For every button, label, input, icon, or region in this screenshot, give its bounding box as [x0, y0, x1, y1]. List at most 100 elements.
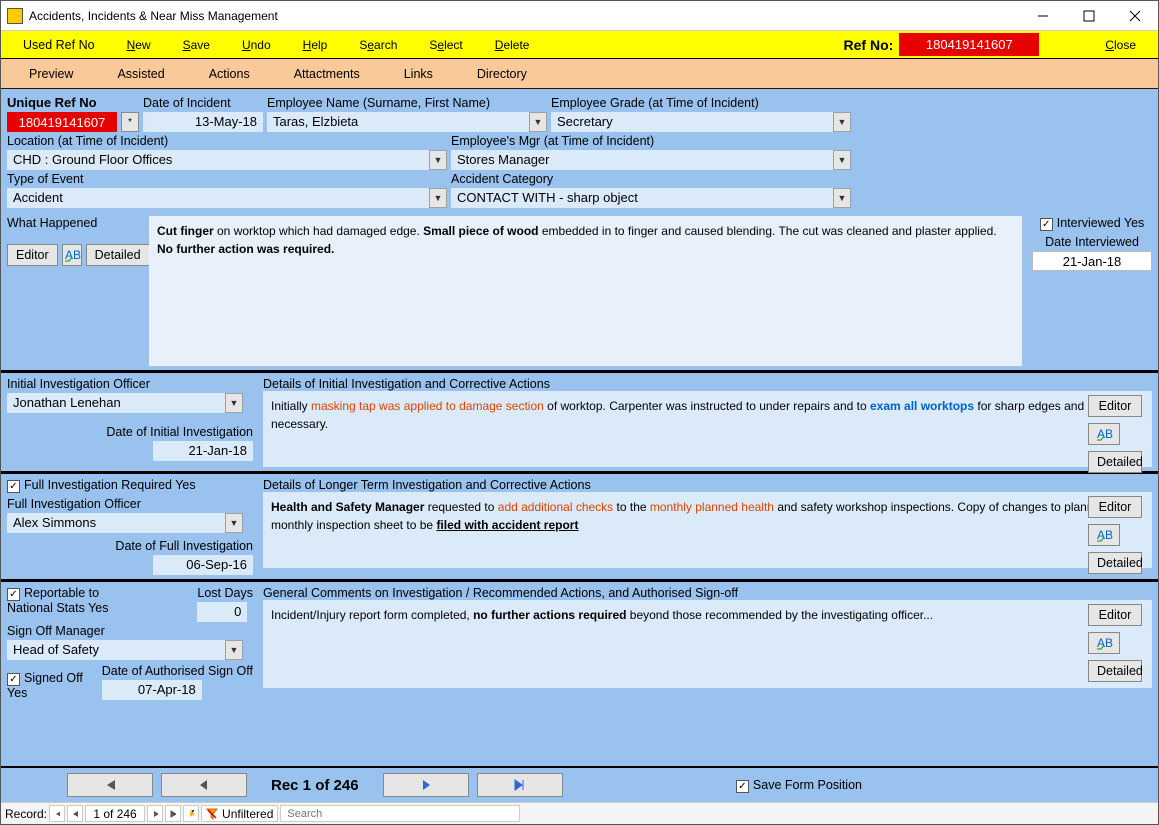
nav-first-button[interactable] [67, 773, 153, 797]
status-position[interactable]: 1 of 246 [85, 805, 145, 822]
full-officer-label: Full Investigation Officer [7, 497, 253, 511]
close-button[interactable] [1112, 1, 1158, 30]
initial-date-label: Date of Initial Investigation [7, 425, 253, 439]
menu-undo[interactable]: Undo [226, 38, 287, 52]
date-of-incident-label: Date of Incident [143, 96, 263, 110]
type-of-event-label: Type of Event [7, 172, 447, 186]
nav-prev-button[interactable] [161, 773, 247, 797]
menu-bar: Used Ref No New Save Undo Help Search Se… [1, 31, 1158, 59]
menu-new[interactable]: New [111, 38, 167, 52]
minimize-button[interactable] [1020, 1, 1066, 30]
signoff-editor-button[interactable]: Editor [1088, 604, 1142, 626]
signoff-mgr-combo[interactable]: Head of Safety ▼ [7, 640, 243, 660]
full-details-label: Details of Longer Term Investigation and… [263, 478, 1152, 492]
chevron-down-icon[interactable]: ▼ [833, 112, 851, 132]
initial-details-text[interactable]: Initially masking tap was applied to dam… [263, 391, 1152, 467]
status-record-label: Record: [5, 807, 47, 821]
chevron-down-icon[interactable]: ▼ [833, 150, 851, 170]
save-form-position-check[interactable]: ✓Save Form Position [736, 778, 862, 793]
submenu-attachments[interactable]: Attactments [272, 67, 382, 81]
auth-date-field[interactable]: 07-Apr-18 [102, 680, 202, 700]
status-search-input[interactable] [285, 807, 515, 821]
initial-editor-button[interactable]: Editor [1088, 395, 1142, 417]
full-detailed-button[interactable]: Detailed [1088, 552, 1142, 574]
full-details-text[interactable]: Health and Safety Manager requested to a… [263, 492, 1152, 568]
submenu-actions[interactable]: Actions [187, 67, 272, 81]
general-comments-text[interactable]: Incident/Injury report form completed, n… [263, 600, 1152, 688]
employees-mgr-label: Employee's Mgr (at Time of Incident) [451, 134, 654, 148]
status-next-icon[interactable] [147, 805, 163, 822]
full-date-field[interactable]: 06-Sep-16 [153, 555, 253, 575]
full-editor-button[interactable]: Editor [1088, 496, 1142, 518]
record-position: Rec 1 of 246 [255, 777, 375, 794]
spellcheck-icon[interactable]: ABC [1088, 632, 1120, 654]
reportable-check[interactable]: ✓Reportable to National Stats Yes [7, 586, 147, 615]
date-of-incident-field[interactable]: 13-May-18 [143, 112, 263, 132]
svg-text:ABC: ABC [1097, 636, 1113, 650]
svg-text:ABC: ABC [65, 248, 81, 262]
accident-category-combo[interactable]: CONTACT WITH - sharp object ▼ [451, 188, 851, 208]
unique-ref-lookup-button[interactable]: * [121, 112, 139, 132]
location-combo[interactable]: CHD : Ground Floor Offices ▼ [7, 150, 447, 170]
employee-name-field[interactable]: Taras, Elzbieta [267, 112, 529, 132]
submenu-assisted[interactable]: Assisted [95, 67, 186, 81]
svg-text:ABC: ABC [1097, 528, 1113, 542]
what-detailed-button[interactable]: Detailed [86, 244, 150, 266]
ref-no-label: Ref No: [844, 37, 900, 53]
initial-detailed-button[interactable]: Detailed [1088, 451, 1142, 473]
title-bar: Accidents, Incidents & Near Miss Managem… [1, 1, 1158, 31]
maximize-button[interactable] [1066, 1, 1112, 30]
menu-close[interactable]: Close [1089, 38, 1152, 52]
date-interviewed-field[interactable]: 21-Jan-18 [1032, 251, 1152, 271]
main-form: Unique Ref No Date of Incident Employee … [1, 89, 1158, 766]
signoff-mgr-label: Sign Off Manager [7, 624, 253, 638]
what-happened-label: What Happened [7, 216, 139, 230]
interviewed-check[interactable]: ✓Interviewed Yes [1032, 216, 1152, 231]
menu-search[interactable]: Search [343, 38, 413, 52]
chevron-down-icon[interactable]: ▼ [225, 513, 243, 533]
submenu-links[interactable]: Links [382, 67, 455, 81]
spellcheck-icon[interactable]: ABC [1088, 524, 1120, 546]
status-new-icon[interactable]: * [183, 805, 199, 822]
initial-details-label: Details of Initial Investigation and Cor… [263, 377, 1152, 391]
status-last-icon[interactable] [165, 805, 181, 822]
initial-date-field[interactable]: 21-Jan-18 [153, 441, 253, 461]
date-interviewed-label: Date Interviewed [1032, 235, 1152, 249]
status-prev-icon[interactable] [67, 805, 83, 822]
chevron-down-icon[interactable]: ▼ [225, 640, 243, 660]
chevron-down-icon[interactable]: ▼ [225, 393, 243, 413]
initial-officer-combo[interactable]: Jonathan Lenehan ▼ [7, 393, 243, 413]
chevron-down-icon[interactable]: ▼ [833, 188, 851, 208]
general-comments-label: General Comments on Investigation / Reco… [263, 586, 1152, 600]
menu-save[interactable]: Save [167, 38, 226, 52]
spellcheck-icon[interactable]: ABC [62, 244, 82, 266]
status-first-icon[interactable] [49, 805, 65, 822]
menu-used-ref-no[interactable]: Used Ref No [7, 38, 111, 52]
spellcheck-icon[interactable]: ABC [1088, 423, 1120, 445]
menu-help[interactable]: Help [287, 38, 344, 52]
nav-next-button[interactable] [383, 773, 469, 797]
type-of-event-combo[interactable]: Accident ▼ [7, 188, 447, 208]
submenu-preview[interactable]: Preview [7, 67, 95, 81]
lost-days-field[interactable]: 0 [197, 602, 247, 622]
chevron-down-icon[interactable]: ▼ [529, 112, 547, 132]
full-investigation-required-check[interactable]: ✓Full Investigation Required Yes [7, 478, 253, 493]
nav-last-button[interactable] [477, 773, 563, 797]
menu-delete[interactable]: Delete [479, 38, 546, 52]
location-label: Location (at Time of Incident) [7, 134, 447, 148]
what-happened-text[interactable]: Cut finger on worktop which had damaged … [149, 216, 1022, 366]
submenu-directory[interactable]: Directory [455, 67, 549, 81]
chevron-down-icon[interactable]: ▼ [429, 188, 447, 208]
signoff-detailed-button[interactable]: Detailed [1088, 660, 1142, 682]
full-officer-combo[interactable]: Alex Simmons ▼ [7, 513, 243, 533]
what-editor-button[interactable]: Editor [7, 244, 58, 266]
signed-off-check[interactable]: ✓Signed Off Yes [7, 671, 87, 700]
menu-select[interactable]: Select [413, 38, 478, 52]
accident-category-label: Accident Category [451, 172, 553, 186]
chevron-down-icon[interactable]: ▼ [429, 150, 447, 170]
employee-name-combo[interactable]: Taras, Elzbieta ▼ [267, 112, 547, 132]
employee-grade-combo[interactable]: Secretary ▼ [551, 112, 851, 132]
employee-grade-field[interactable]: Secretary [551, 112, 833, 132]
status-filter[interactable]: Unfiltered [201, 805, 278, 822]
employees-mgr-combo[interactable]: Stores Manager ▼ [451, 150, 851, 170]
